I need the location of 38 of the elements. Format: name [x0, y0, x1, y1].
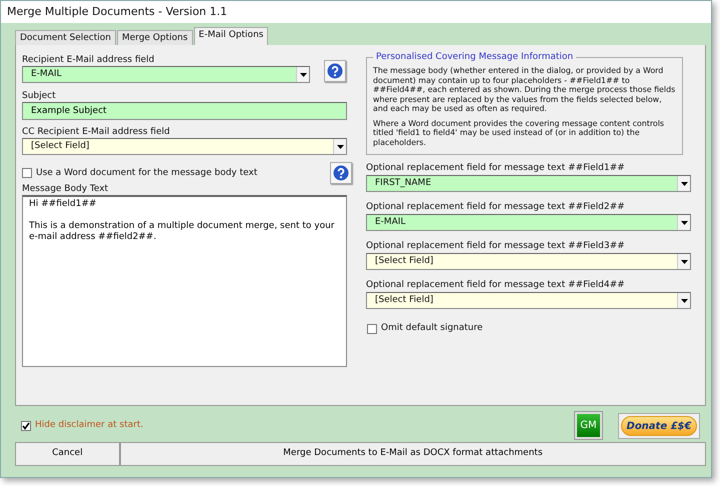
- dropdown[interactable]: E-MAIL: [22, 66, 310, 83]
- dropdown[interactable]: [Select Field]: [22, 138, 347, 155]
- dropdown[interactable]: [Select Field]: [366, 253, 691, 270]
- field-label: CC Recipient E-Mail address field: [22, 127, 171, 138]
- caret-icon: [333, 139, 346, 154]
- gm-button[interactable]: GM: [575, 412, 602, 439]
- window-title: Merge Multiple Documents - Version 1.1: [7, 4, 228, 20]
- caret-icon: [677, 254, 690, 269]
- field-label: Optional replacement field for message text ##Field4##: [366, 280, 626, 291]
- field-label: Message Body Text: [22, 184, 110, 195]
- help-icon[interactable]: [330, 162, 352, 184]
- field-label: Recipient E-Mail address field: [22, 55, 156, 66]
- tab[interactable]: Document Selection: [15, 30, 116, 45]
- caret-icon: [677, 215, 690, 230]
- checkbox[interactable]: [22, 168, 32, 178]
- donate-button[interactable]: Donate £$€: [618, 412, 700, 438]
- help-icon[interactable]: [324, 60, 346, 82]
- tab[interactable]: E-Mail Options: [194, 27, 268, 45]
- cancel-button[interactable]: Cancel: [15, 442, 120, 466]
- checkbox[interactable]: [21, 420, 31, 430]
- checkbox-label: Hide disclaimer at start.: [35, 420, 144, 431]
- caret-icon: [296, 67, 309, 82]
- message-body-field[interactable]: Hi ##field1## This is a demonstration of a multiple document merge, sent to your e-mail address ##field2##.: [22, 195, 347, 367]
- dropdown[interactable]: [Select Field]: [366, 292, 691, 309]
- merge-button[interactable]: Merge Documents to E-Mail as DOCX format attachments: [120, 442, 706, 466]
- caret-icon: [677, 176, 690, 191]
- tab[interactable]: Merge Options: [116, 30, 193, 45]
- field-label: Optional replacement field for message text ##Field3##: [366, 241, 626, 252]
- checkbox[interactable]: [367, 324, 377, 334]
- field-label: Optional replacement field for message text ##Field1##: [366, 163, 626, 174]
- dropdown[interactable]: E-MAIL: [366, 214, 691, 231]
- field-label: Subject: [22, 91, 57, 102]
- subject-field[interactable]: Example Subject: [22, 102, 347, 120]
- checkbox-label: Omit default signature: [381, 323, 483, 334]
- caret-icon: [677, 293, 690, 308]
- checkbox-label: Use a Word document for the message body text: [36, 168, 258, 178]
- dropdown[interactable]: FIRST_NAME: [366, 175, 691, 192]
- field-label: Optional replacement field for message text ##Field2##: [366, 202, 626, 213]
